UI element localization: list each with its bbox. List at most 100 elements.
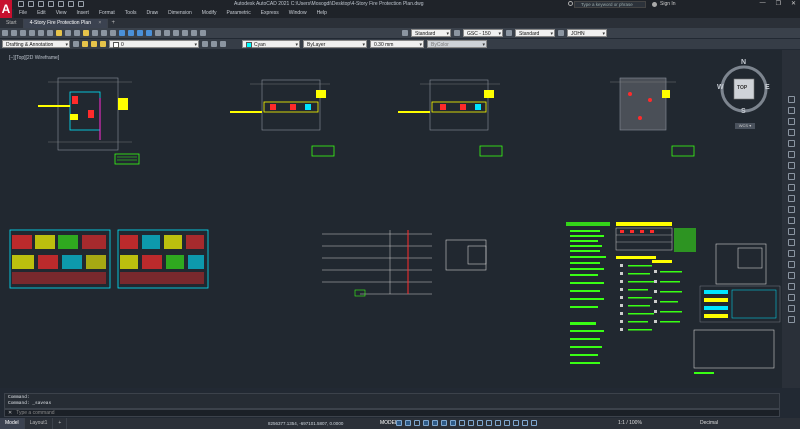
menu-help[interactable]: Help: [312, 9, 332, 18]
tab-add-layout[interactable]: +: [53, 418, 68, 429]
color-select[interactable]: Cyan: [242, 40, 300, 49]
hatch-icon[interactable]: [787, 217, 795, 224]
draw-arc-icon[interactable]: [787, 195, 795, 202]
text-style-select[interactable]: Standard: [411, 29, 451, 38]
match-properties-icon[interactable]: [83, 30, 89, 36]
cut-icon[interactable]: [56, 30, 62, 36]
pan-icon[interactable]: [119, 30, 125, 36]
drawing-canvas[interactable]: [0, 50, 782, 388]
sun-icon[interactable]: [100, 41, 106, 47]
menu-insert[interactable]: Insert: [71, 9, 94, 18]
zoom-window-icon[interactable]: [137, 30, 143, 36]
menu-draw[interactable]: Draw: [141, 9, 163, 18]
undo-icon[interactable]: [68, 1, 74, 7]
menu-modify[interactable]: Modify: [197, 9, 222, 18]
wcs-menu[interactable]: WCS ▾: [735, 123, 755, 129]
redo-icon[interactable]: [78, 1, 84, 7]
open-icon[interactable]: [28, 1, 34, 7]
steering-wheel-icon[interactable]: [787, 129, 795, 136]
menu-express[interactable]: Express: [256, 9, 284, 18]
close-button[interactable]: ✕: [791, 0, 796, 7]
workspace-select[interactable]: Drafting & Annotation: [2, 40, 70, 49]
move-icon[interactable]: [787, 239, 795, 246]
draw-line-icon[interactable]: [787, 162, 795, 169]
menu-parametric[interactable]: Parametric: [222, 9, 256, 18]
orbit-nav-icon[interactable]: [787, 118, 795, 125]
copy-object-icon[interactable]: [787, 250, 795, 257]
command-line[interactable]: ✕ Type a command: [4, 409, 780, 417]
lightbulb-icon[interactable]: [91, 41, 97, 47]
redo-toolbar-icon[interactable]: [110, 30, 116, 36]
publish-icon[interactable]: [47, 30, 53, 36]
sheet-set-icon[interactable]: [182, 30, 188, 36]
saveas-icon[interactable]: [48, 1, 54, 7]
tab-close-icon[interactable]: ×: [98, 20, 101, 26]
open-file-icon[interactable]: [11, 30, 17, 36]
annotation-scale[interactable]: 1:1 / 100%: [618, 418, 642, 429]
object-snap-icon[interactable]: [450, 420, 456, 426]
tool-palettes-icon[interactable]: [173, 30, 179, 36]
offset-icon[interactable]: [787, 305, 795, 312]
units-select[interactable]: Decimal: [700, 418, 718, 429]
zoom-extents-icon[interactable]: [787, 140, 795, 147]
annotation-visibility-icon[interactable]: [522, 420, 528, 426]
menu-dimension[interactable]: Dimension: [163, 9, 197, 18]
selection-cycling-icon[interactable]: [477, 420, 483, 426]
draw-circle-icon[interactable]: [787, 184, 795, 191]
new-tab-button[interactable]: +: [108, 19, 118, 28]
tab-model[interactable]: Model: [0, 418, 25, 429]
dim-style-select[interactable]: GSC - 150: [463, 29, 503, 38]
quickcalc-icon[interactable]: [200, 30, 206, 36]
zoom-previous-icon[interactable]: [146, 30, 152, 36]
isodraft-icon[interactable]: [432, 420, 438, 426]
compass-east[interactable]: E: [765, 84, 770, 91]
coordinate-readout[interactable]: 8256377.1354, -697101.5807, 0.0000: [268, 418, 343, 429]
polar-icon[interactable]: [423, 420, 429, 426]
compass-south[interactable]: S: [741, 108, 746, 115]
layer-state-icon[interactable]: [220, 41, 226, 47]
showmotion-icon[interactable]: [787, 151, 795, 158]
grid-icon[interactable]: [396, 420, 402, 426]
zoom-nav-icon[interactable]: [787, 107, 795, 114]
save-icon[interactable]: [38, 1, 44, 7]
menu-format[interactable]: Format: [94, 9, 120, 18]
menu-tools[interactable]: Tools: [120, 9, 142, 18]
menu-view[interactable]: View: [51, 9, 72, 18]
menu-file[interactable]: File: [14, 9, 32, 18]
compass-west[interactable]: W: [717, 84, 724, 91]
layer-select[interactable]: 0: [109, 40, 199, 49]
design-center-icon[interactable]: [164, 30, 170, 36]
plot-icon[interactable]: [58, 1, 64, 7]
save-file-icon[interactable]: [20, 30, 26, 36]
draw-polyline-icon[interactable]: [787, 173, 795, 180]
table-style-select[interactable]: Standard: [515, 29, 555, 38]
undo-toolbar-icon[interactable]: [101, 30, 107, 36]
lineweight-select[interactable]: 0.30 mm: [370, 40, 424, 49]
draw-rectangle-icon[interactable]: [787, 206, 795, 213]
maximize-button[interactable]: ❐: [776, 0, 781, 7]
settings-icon[interactable]: [73, 41, 79, 47]
lineweight-icon[interactable]: [459, 420, 465, 426]
minimize-button[interactable]: —: [760, 0, 766, 7]
trim-icon[interactable]: [787, 283, 795, 290]
preview-icon[interactable]: [38, 30, 44, 36]
viewcube-top-face[interactable]: TOP: [737, 85, 747, 91]
print-icon[interactable]: [29, 30, 35, 36]
autocad-logo[interactable]: A: [0, 0, 12, 18]
layer-properties-icon[interactable]: [82, 41, 88, 47]
zoom-realtime-icon[interactable]: [128, 30, 134, 36]
dynamic-ucs-icon[interactable]: [495, 420, 501, 426]
tab-layout1[interactable]: Layout1: [25, 418, 54, 429]
make-current-icon[interactable]: [202, 41, 208, 47]
pan-nav-icon[interactable]: [787, 96, 795, 103]
rotate-icon[interactable]: [787, 261, 795, 268]
properties-icon[interactable]: [155, 30, 161, 36]
scale-icon[interactable]: [787, 272, 795, 279]
tab-active-drawing[interactable]: 4-Story Fire Protection Plan ×: [23, 19, 109, 28]
menu-window[interactable]: Window: [284, 9, 312, 18]
viewcube[interactable]: N S E W TOP: [717, 59, 771, 116]
3d-osnap-icon[interactable]: [486, 420, 492, 426]
copy-icon[interactable]: [65, 30, 71, 36]
search-input[interactable]: Type a keyword or phrase: [574, 1, 646, 8]
new-drawing-icon[interactable]: [2, 30, 8, 36]
